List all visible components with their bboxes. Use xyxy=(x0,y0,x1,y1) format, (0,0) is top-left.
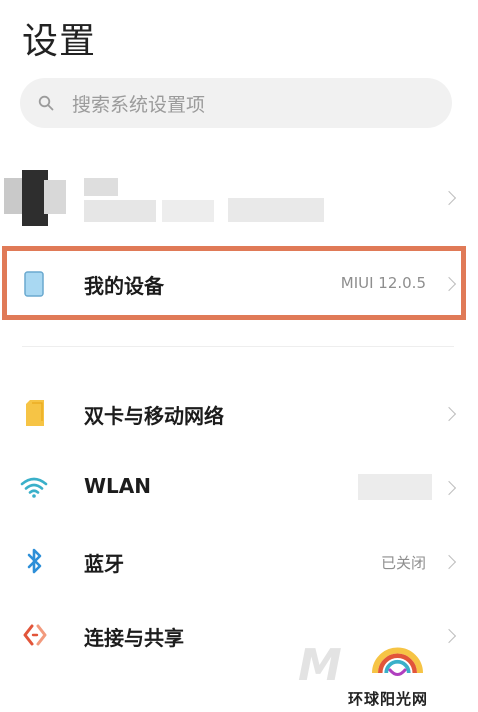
account-info-blur-3 xyxy=(228,198,324,222)
row-label: 我的设备 xyxy=(84,274,164,298)
watermark-logo xyxy=(372,647,423,676)
row-label: 连接与共享 xyxy=(84,626,184,650)
row-value: 已关闭 xyxy=(380,554,426,572)
sim-card-icon xyxy=(26,400,44,426)
bluetooth-icon xyxy=(27,548,42,574)
account-name-blur xyxy=(84,178,118,196)
search-icon xyxy=(38,95,54,111)
watermark-letter: M xyxy=(298,640,342,691)
row-my-device[interactable]: 我的设备 MIUI 12.0.5 xyxy=(0,258,478,308)
row-label: 蓝牙 xyxy=(84,552,124,576)
divider xyxy=(22,346,454,347)
account-info-blur xyxy=(84,200,156,222)
search-input[interactable]: 搜索系统设置项 xyxy=(72,90,205,117)
row-dual-sim[interactable]: 双卡与移动网络 xyxy=(0,388,478,438)
share-icon xyxy=(23,624,47,646)
chevron-right-icon xyxy=(441,554,457,570)
watermark-text: 环球阳光网 xyxy=(348,690,429,708)
account-info-blur-2 xyxy=(162,200,214,222)
row-label: WLAN xyxy=(84,474,152,498)
row-value: MIUI 12.0.5 xyxy=(340,274,426,292)
row-wlan[interactable]: WLAN xyxy=(0,462,478,512)
page-title: 设置 xyxy=(22,21,97,62)
chevron-right-icon xyxy=(441,480,457,496)
row-bluetooth[interactable]: 蓝牙 已关闭 xyxy=(0,536,478,586)
search-bar[interactable]: 搜索系统设置项 xyxy=(20,78,452,128)
phone-icon xyxy=(24,271,44,297)
wlan-value-blur xyxy=(358,474,432,500)
avatar xyxy=(4,170,68,226)
chevron-right-icon xyxy=(441,190,457,206)
wifi-icon xyxy=(20,477,48,498)
chevron-right-icon xyxy=(441,406,457,422)
row-label: 双卡与移动网络 xyxy=(84,404,224,428)
chevron-right-icon xyxy=(441,276,457,292)
